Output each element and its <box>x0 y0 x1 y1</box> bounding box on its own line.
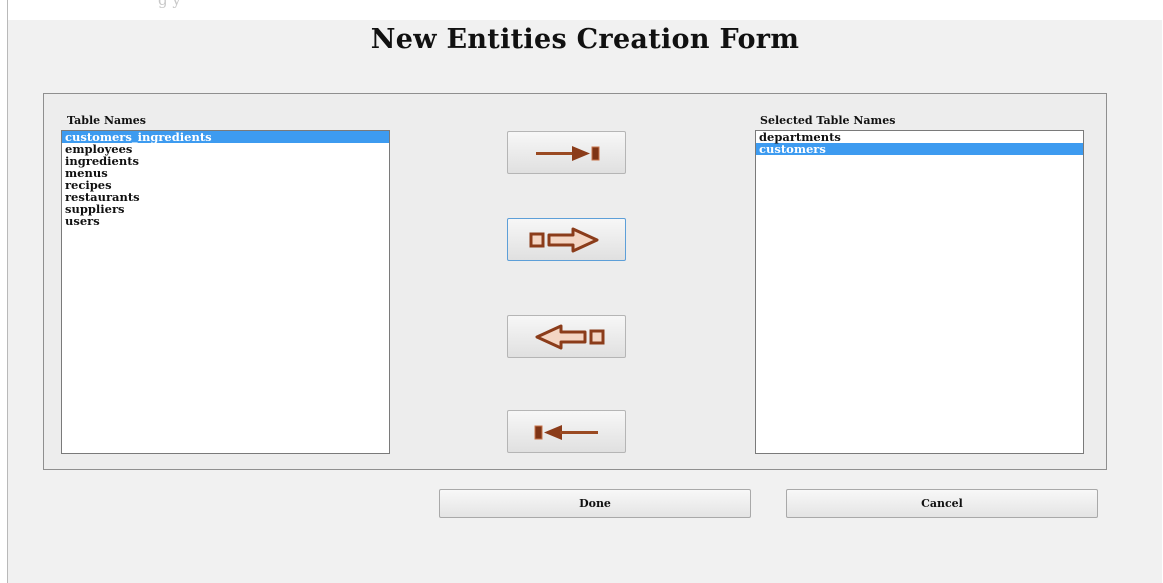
selected-table-names-label: Selected Table Names <box>760 114 896 127</box>
add-all-button[interactable] <box>507 131 626 174</box>
list-item[interactable]: ingredients <box>62 155 389 167</box>
arrow-right-to-bar-icon <box>532 144 602 162</box>
window-caption-fragment: g y <box>8 0 1162 20</box>
form-title: New Entities Creation Form <box>370 24 800 55</box>
caption-text: g y <box>158 0 181 9</box>
remove-selected-button[interactable] <box>507 315 626 358</box>
table-names-list[interactable]: customers_ingredients employees ingredient… <box>61 130 390 454</box>
cancel-button[interactable]: Cancel <box>786 489 1098 518</box>
hollow-arrow-left-icon <box>525 324 609 350</box>
done-button[interactable]: Done <box>439 489 751 518</box>
list-item[interactable]: suppliers <box>62 203 389 215</box>
remove-all-button[interactable] <box>507 410 626 453</box>
hollow-arrow-right-icon <box>525 227 609 253</box>
table-names-label: Table Names <box>67 114 146 127</box>
dialog-window: g y New Entities Creation Form Table Nam… <box>7 0 1162 583</box>
list-item[interactable]: users <box>62 215 389 227</box>
list-item[interactable]: customers <box>756 143 1083 155</box>
selected-table-names-list[interactable]: departments customers <box>755 130 1084 454</box>
add-selected-button[interactable] <box>507 218 626 261</box>
table-selection-group: Table Names customers_ingredients employe… <box>43 93 1107 470</box>
arrow-left-from-bar-icon <box>532 423 602 441</box>
